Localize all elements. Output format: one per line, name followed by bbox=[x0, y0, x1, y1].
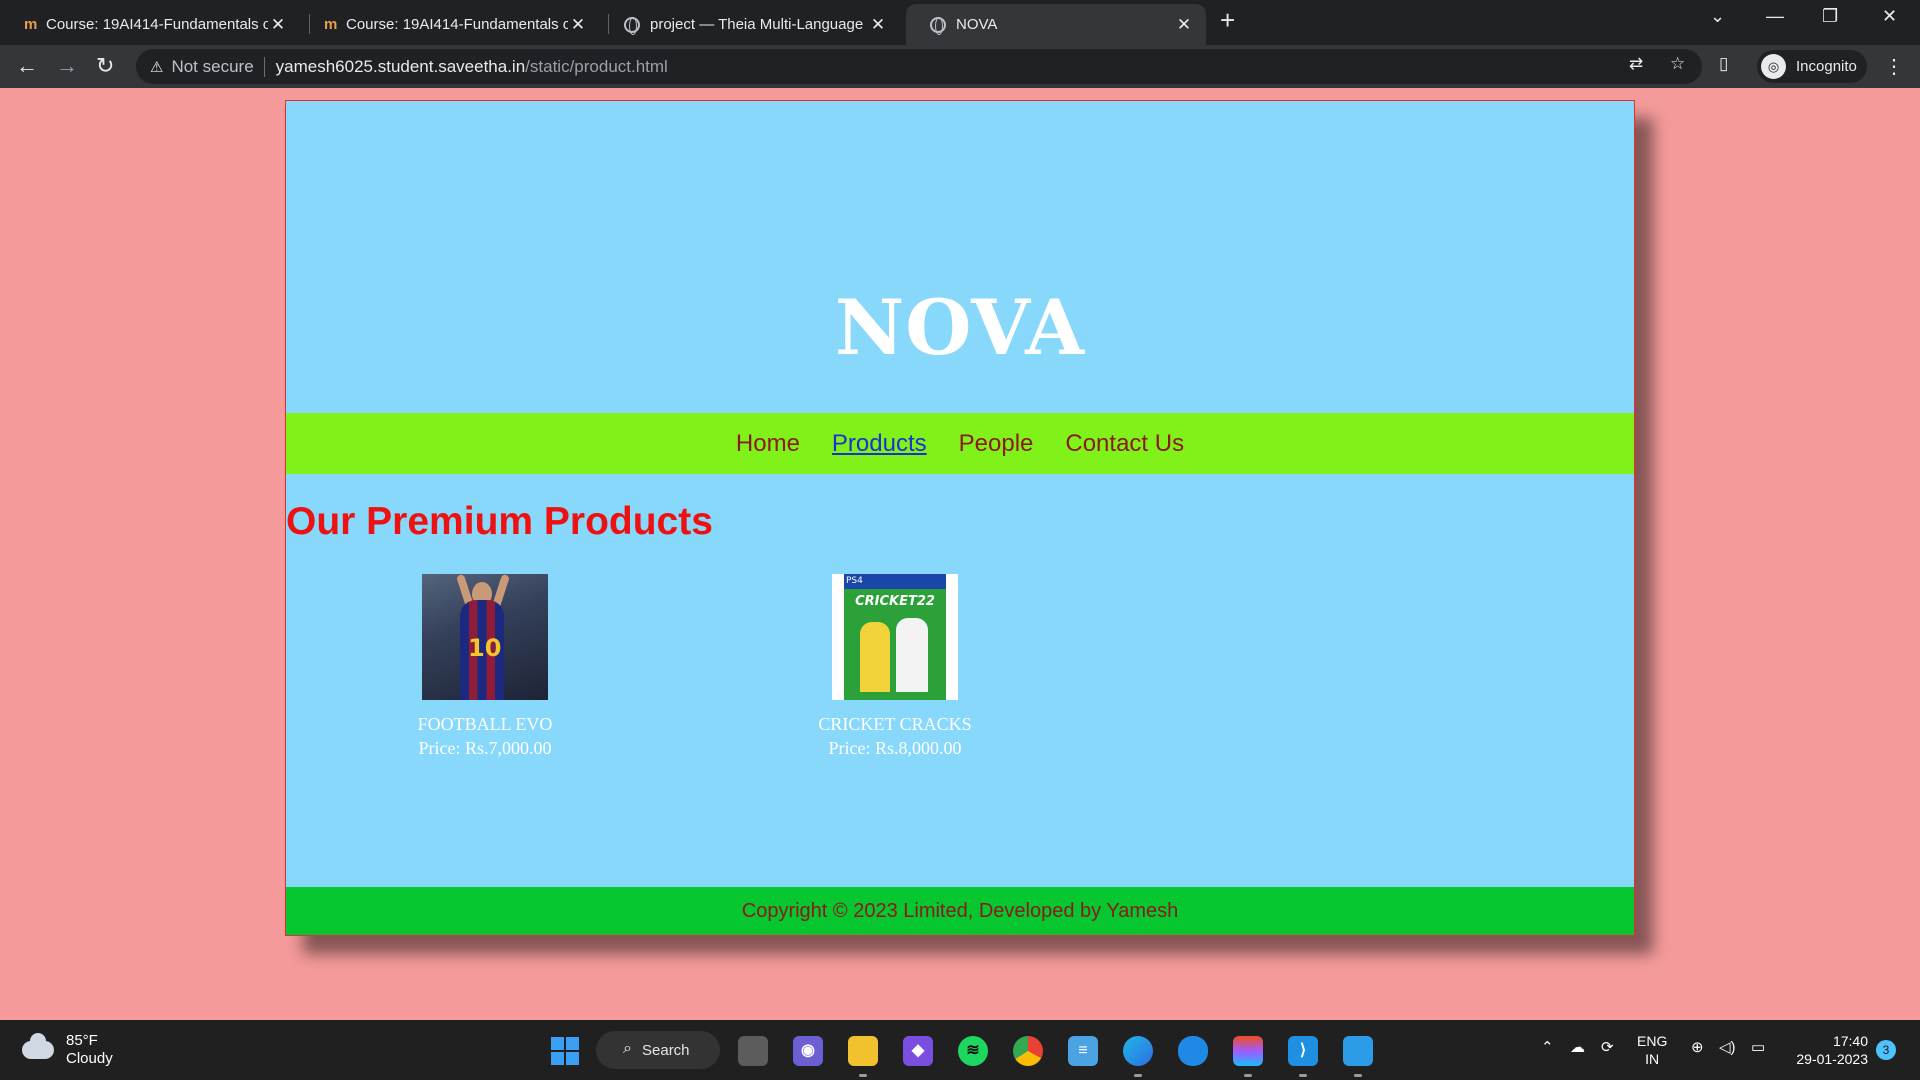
tab-course-1[interactable]: m Course: 19AI414-Fundamentals o ✕ bbox=[0, 4, 300, 45]
products-section: Our Premium Products 10 FOOTBALL EVO Pri… bbox=[286, 474, 1634, 887]
nav-link-people[interactable]: People bbox=[959, 430, 1034, 458]
moodle-icon: m bbox=[324, 16, 338, 33]
minimize-button[interactable]: — bbox=[1766, 6, 1784, 27]
copilot-icon[interactable]: ◆ bbox=[903, 1036, 933, 1066]
product-price: Price: Rs.7,000.00 bbox=[418, 738, 552, 758]
forward-icon[interactable]: → bbox=[56, 53, 78, 79]
weather-widget[interactable]: 85°F Cloudy bbox=[22, 1032, 113, 1068]
notification-badge[interactable]: 3 bbox=[1876, 1040, 1896, 1060]
taskbar-search[interactable]: ⌕ Search bbox=[596, 1031, 720, 1069]
page-container: NOVA Home Products People Contact Us Our… bbox=[285, 100, 1635, 936]
chevron-up-icon[interactable]: ⌃ bbox=[1541, 1038, 1554, 1056]
taskbar: 85°F Cloudy ⌕ Search ◉ ◆ ≋ ≡ ⟩ ⌃ ☁ ⟳ ENG… bbox=[0, 1020, 1920, 1080]
tab-theia[interactable]: project — Theia Multi-Language ✕ bbox=[600, 4, 900, 45]
profile-label: Incognito bbox=[1796, 58, 1857, 75]
sync-icon[interactable]: ⟳ bbox=[1601, 1038, 1614, 1056]
platform-label: PS4 bbox=[846, 576, 863, 586]
tab-search-icon[interactable]: ⌄ bbox=[1710, 6, 1725, 27]
incognito-icon: ◎ bbox=[1761, 54, 1786, 79]
file-explorer-icon[interactable] bbox=[848, 1036, 878, 1077]
windows-start-icon[interactable] bbox=[551, 1037, 579, 1065]
url-host: yamesh6025.student.saveetha.in bbox=[275, 56, 526, 76]
weather-condition: Cloudy bbox=[66, 1050, 113, 1067]
language-indicator[interactable]: ENG IN bbox=[1637, 1032, 1667, 1068]
clock-time: 17:40 bbox=[1832, 1033, 1868, 1049]
close-icon[interactable]: ✕ bbox=[868, 15, 888, 35]
notepad-icon[interactable]: ≡ bbox=[1068, 1036, 1098, 1066]
site-header: NOVA bbox=[286, 101, 1634, 413]
globe-icon bbox=[624, 16, 640, 35]
product-card-football[interactable]: 10 FOOTBALL EVO Price: Rs.7,000.00 bbox=[365, 574, 605, 760]
tab-title: NOVA bbox=[956, 16, 998, 33]
onedrive-tray-icon[interactable]: ☁ bbox=[1570, 1038, 1585, 1056]
restore-button[interactable]: ❐ bbox=[1822, 6, 1838, 27]
side-panel-icon[interactable]: ▯ bbox=[1719, 54, 1728, 74]
search-label: Search bbox=[642, 1041, 690, 1059]
edge-icon[interactable] bbox=[1123, 1036, 1153, 1077]
tab-nova[interactable]: NOVA ✕ bbox=[906, 4, 1206, 45]
language-code: ENG bbox=[1637, 1033, 1668, 1049]
image-detail bbox=[860, 622, 890, 692]
spotify-icon[interactable]: ≋ bbox=[958, 1036, 988, 1066]
image-detail bbox=[896, 618, 928, 692]
browser-tab-bar: m Course: 19AI414-Fundamentals o ✕ m Cou… bbox=[0, 0, 1920, 45]
chrome-icon[interactable] bbox=[1013, 1036, 1043, 1066]
close-window-button[interactable]: ✕ bbox=[1882, 6, 1897, 27]
reload-icon[interactable]: ↻ bbox=[96, 53, 114, 79]
search-icon: ⌕ bbox=[623, 1040, 632, 1057]
close-icon[interactable]: ✕ bbox=[1174, 15, 1194, 35]
moodle-icon: m bbox=[24, 16, 38, 33]
nav-link-home[interactable]: Home bbox=[736, 430, 800, 458]
network-icon[interactable]: ⊕ bbox=[1691, 1038, 1704, 1056]
site-brand: NOVA bbox=[834, 283, 1086, 372]
task-view-icon[interactable] bbox=[738, 1036, 768, 1066]
cloud-icon bbox=[22, 1033, 54, 1059]
url-path: /static/product.html bbox=[525, 56, 668, 76]
close-icon[interactable]: ✕ bbox=[268, 15, 288, 35]
warning-icon[interactable]: ⚠ bbox=[150, 58, 163, 76]
product-price: Price: Rs.8,000.00 bbox=[828, 738, 962, 758]
product-image-football[interactable]: 10 bbox=[422, 574, 548, 700]
section-title: Our Premium Products bbox=[286, 500, 713, 543]
tab-title: Course: 19AI414-Fundamentals o bbox=[46, 16, 268, 33]
product-image-cricket[interactable]: PS4 CRICKET22 bbox=[832, 574, 958, 700]
nav-link-contact[interactable]: Contact Us bbox=[1065, 430, 1184, 458]
product-card-cricket[interactable]: PS4 CRICKET22 CRICKET CRACKS Price: Rs.8… bbox=[775, 574, 1015, 760]
volume-icon[interactable]: ◁) bbox=[1719, 1038, 1736, 1056]
product-name: CRICKET CRACKS bbox=[818, 714, 972, 734]
address-bar[interactable]: ⚠ Not secure yamesh6025.student.saveetha… bbox=[136, 49, 1702, 84]
photos-icon[interactable] bbox=[1343, 1036, 1373, 1077]
system-clock[interactable]: 17:40 29-01-2023 bbox=[1788, 1032, 1868, 1068]
vscode-icon[interactable]: ⟩ bbox=[1288, 1036, 1318, 1077]
game-title-art: CRICKET22 bbox=[855, 594, 935, 609]
menu-dots-icon[interactable]: ⋮ bbox=[1884, 54, 1904, 79]
tab-title: Course: 19AI414-Fundamentals o bbox=[346, 16, 568, 33]
new-tab-button[interactable]: + bbox=[1220, 5, 1235, 36]
security-status[interactable]: Not secure bbox=[171, 57, 253, 77]
url-divider bbox=[263, 56, 265, 77]
site-footer: Copyright © 2023 Limited, Developed by Y… bbox=[286, 887, 1634, 935]
weather-temp: 85°F bbox=[66, 1032, 98, 1049]
browser-toolbar: ← → ↻ ⚠ Not secure yamesh6025.student.sa… bbox=[0, 45, 1920, 88]
language-region: IN bbox=[1645, 1051, 1660, 1067]
site-nav: Home Products People Contact Us bbox=[286, 413, 1634, 474]
tab-title: project — Theia Multi-Language bbox=[650, 16, 864, 33]
teams-icon[interactable]: ◉ bbox=[793, 1036, 823, 1066]
jersey-number: 10 bbox=[468, 634, 502, 662]
close-icon[interactable]: ✕ bbox=[568, 15, 588, 35]
onedrive-icon[interactable] bbox=[1178, 1036, 1208, 1066]
tab-course-2[interactable]: m Course: 19AI414-Fundamentals o ✕ bbox=[300, 4, 600, 45]
product-name: FOOTBALL EVO bbox=[417, 714, 553, 734]
figma-icon[interactable] bbox=[1233, 1036, 1263, 1077]
nav-link-products[interactable]: Products bbox=[832, 430, 927, 458]
translate-icon[interactable]: ⇄ bbox=[1629, 54, 1643, 74]
back-icon[interactable]: ← bbox=[16, 53, 38, 79]
globe-icon bbox=[930, 16, 946, 35]
clock-date: 29-01-2023 bbox=[1796, 1051, 1868, 1067]
bookmark-star-icon[interactable]: ☆ bbox=[1670, 54, 1685, 74]
incognito-profile-button[interactable]: ◎ Incognito bbox=[1757, 50, 1867, 83]
battery-icon[interactable]: ▭ bbox=[1751, 1038, 1765, 1056]
